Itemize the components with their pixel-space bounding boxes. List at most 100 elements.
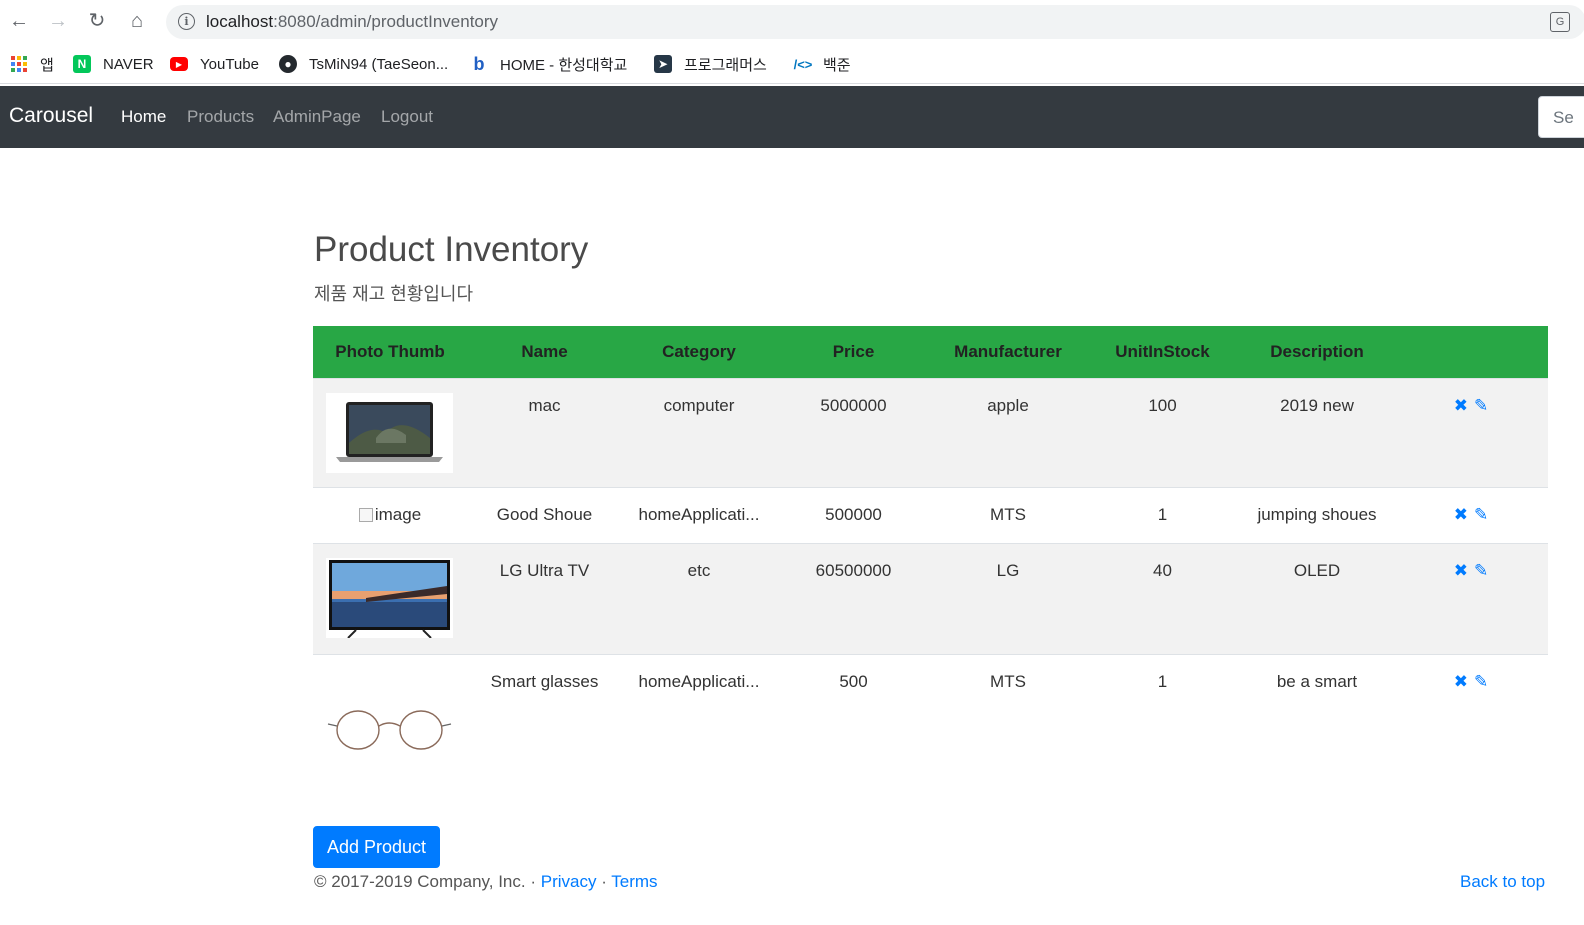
browser-toolbar: ← → ↻ ⌂ i localhost:8080/admin/productIn…: [0, 0, 1584, 44]
price-cell: 5000000: [776, 377, 931, 487]
actions-cell: ✖ ✎: [1394, 542, 1548, 654]
manufacturer-cell: LG: [931, 542, 1085, 654]
glasses-thumbnail: [326, 691, 453, 772]
photo-cell: image: [313, 486, 467, 543]
bing-icon: b: [473, 53, 485, 74]
delete-icon[interactable]: ✖: [1454, 561, 1468, 581]
bookmark-programmers[interactable]: ➤ 프로그래머스: [654, 52, 767, 76]
category-cell: computer: [622, 377, 776, 487]
col-header: [1394, 326, 1548, 378]
col-header: Description: [1240, 326, 1394, 378]
bookmark-github[interactable]: ● TsMiN94 (TaeSeon...: [279, 52, 448, 76]
actions-cell: ✖ ✎: [1394, 653, 1548, 774]
page-subtitle: 제품 재고 현황입니다: [314, 284, 474, 304]
laptop-thumbnail: [326, 392, 453, 473]
app-navbar: Carousel Home Products AdminPage Logout: [0, 86, 1584, 148]
forward-arrow-icon[interactable]: →: [47, 10, 69, 32]
edit-icon[interactable]: ✎: [1474, 396, 1488, 416]
col-header: Name: [467, 326, 622, 378]
bookmark-hansung[interactable]: b HOME - 한성대학교: [470, 52, 628, 76]
nav-logout[interactable]: Logout: [381, 107, 433, 127]
col-header: UnitInStock: [1085, 326, 1240, 378]
add-product-button[interactable]: Add Product: [313, 826, 440, 868]
table-row: mac computer 5000000 apple 100 2019 new …: [313, 377, 1548, 487]
site-info-icon[interactable]: i: [178, 13, 195, 30]
search-input[interactable]: Se: [1538, 96, 1584, 138]
search-placeholder: Se: [1553, 108, 1574, 127]
delete-icon[interactable]: ✖: [1454, 672, 1468, 692]
bookmark-apps[interactable]: 앱: [10, 52, 54, 76]
description-cell: jumping shoues: [1240, 486, 1394, 543]
table-row: LG Ultra TV etc 60500000 LG 40 OLED ✖ ✎: [313, 542, 1548, 654]
url-host: localhost: [206, 12, 274, 31]
manufacturer-cell: apple: [931, 377, 1085, 487]
description-cell: OLED: [1240, 542, 1394, 654]
bookmark-label: 백준: [823, 56, 851, 74]
table-row: image Good Shoue homeApplicati... 500000…: [313, 486, 1548, 543]
bookmark-baekjoon[interactable]: /<> 백준: [793, 52, 851, 76]
bookmarks-bar: 앱 N NAVER ▶ YouTube ● TsMiN94 (TaeSeon..…: [0, 44, 1584, 84]
bookmark-label: HOME - 한성대학교: [500, 56, 628, 74]
broken-image-icon: [358, 507, 373, 522]
apps-grid-icon: [10, 55, 28, 73]
bookmark-label: 앱: [40, 56, 54, 74]
programmers-icon: ➤: [654, 55, 672, 73]
github-icon: ●: [279, 55, 297, 73]
name-cell: mac: [467, 377, 622, 487]
manufacturer-cell: MTS: [931, 486, 1085, 543]
broken-image: image: [358, 504, 422, 525]
page-title: Product Inventory: [314, 230, 589, 269]
photo-cell: [313, 542, 467, 654]
col-header: Price: [776, 326, 931, 378]
image-alt-text: image: [374, 504, 422, 524]
nav-home[interactable]: Home: [121, 107, 166, 127]
edit-icon[interactable]: ✎: [1474, 672, 1488, 692]
bookmark-label: YouTube: [200, 55, 259, 73]
brand-logo[interactable]: Carousel: [9, 104, 93, 128]
bookmark-label: NAVER: [103, 55, 154, 73]
footer: © 2017-2019 Company, Inc. · Privacy · Te…: [314, 872, 658, 892]
stock-cell: 1: [1085, 653, 1240, 774]
address-bar[interactable]: i localhost:8080/admin/productInventory: [166, 5, 1584, 39]
edit-icon[interactable]: ✎: [1474, 505, 1488, 525]
back-arrow-icon[interactable]: ←: [8, 10, 30, 32]
home-icon[interactable]: ⌂: [126, 10, 148, 32]
inventory-table: Photo Thumb Name Category Price Manufact…: [313, 326, 1548, 774]
tv-thumbnail: [326, 557, 453, 638]
delete-icon[interactable]: ✖: [1454, 396, 1468, 416]
nav-products[interactable]: Products: [187, 107, 254, 127]
stock-cell: 100: [1085, 377, 1240, 487]
translate-icon[interactable]: G: [1550, 12, 1570, 32]
table-header-row: Photo Thumb Name Category Price Manufact…: [313, 326, 1548, 378]
bookmark-youtube[interactable]: ▶ YouTube: [170, 52, 259, 76]
nav-adminpage[interactable]: AdminPage: [273, 107, 361, 127]
youtube-icon: ▶: [170, 57, 188, 71]
bookmark-label: 프로그래머스: [684, 56, 767, 74]
col-header: Manufacturer: [931, 326, 1085, 378]
table-row: Smart glasses homeApplicati... 500 MTS 1…: [313, 653, 1548, 774]
url-path: :8080/admin/productInventory: [273, 12, 499, 31]
back-to-top-link[interactable]: Back to top: [1460, 872, 1545, 892]
col-header: Category: [622, 326, 776, 378]
photo-cell: [313, 653, 467, 774]
edit-icon[interactable]: ✎: [1474, 561, 1488, 581]
actions-cell: ✖ ✎: [1394, 377, 1548, 487]
manufacturer-cell: MTS: [931, 653, 1085, 774]
reload-icon[interactable]: ↻: [86, 10, 108, 32]
terms-link[interactable]: Terms: [611, 872, 657, 891]
name-cell: Smart glasses: [467, 653, 622, 774]
actions-cell: ✖ ✎: [1394, 486, 1548, 543]
bookmark-label: TsMiN94 (TaeSeon...: [309, 55, 449, 73]
price-cell: 500000: [776, 486, 931, 543]
description-cell: be a smart: [1240, 653, 1394, 774]
name-cell: LG Ultra TV: [467, 542, 622, 654]
stock-cell: 1: [1085, 486, 1240, 543]
privacy-link[interactable]: Privacy: [541, 872, 597, 891]
stock-cell: 40: [1085, 542, 1240, 654]
naver-icon: N: [73, 55, 91, 73]
delete-icon[interactable]: ✖: [1454, 505, 1468, 525]
col-header: Photo Thumb: [313, 326, 467, 378]
price-cell: 500: [776, 653, 931, 774]
bookmark-naver[interactable]: N NAVER: [73, 52, 154, 76]
category-cell: homeApplicati...: [622, 653, 776, 774]
